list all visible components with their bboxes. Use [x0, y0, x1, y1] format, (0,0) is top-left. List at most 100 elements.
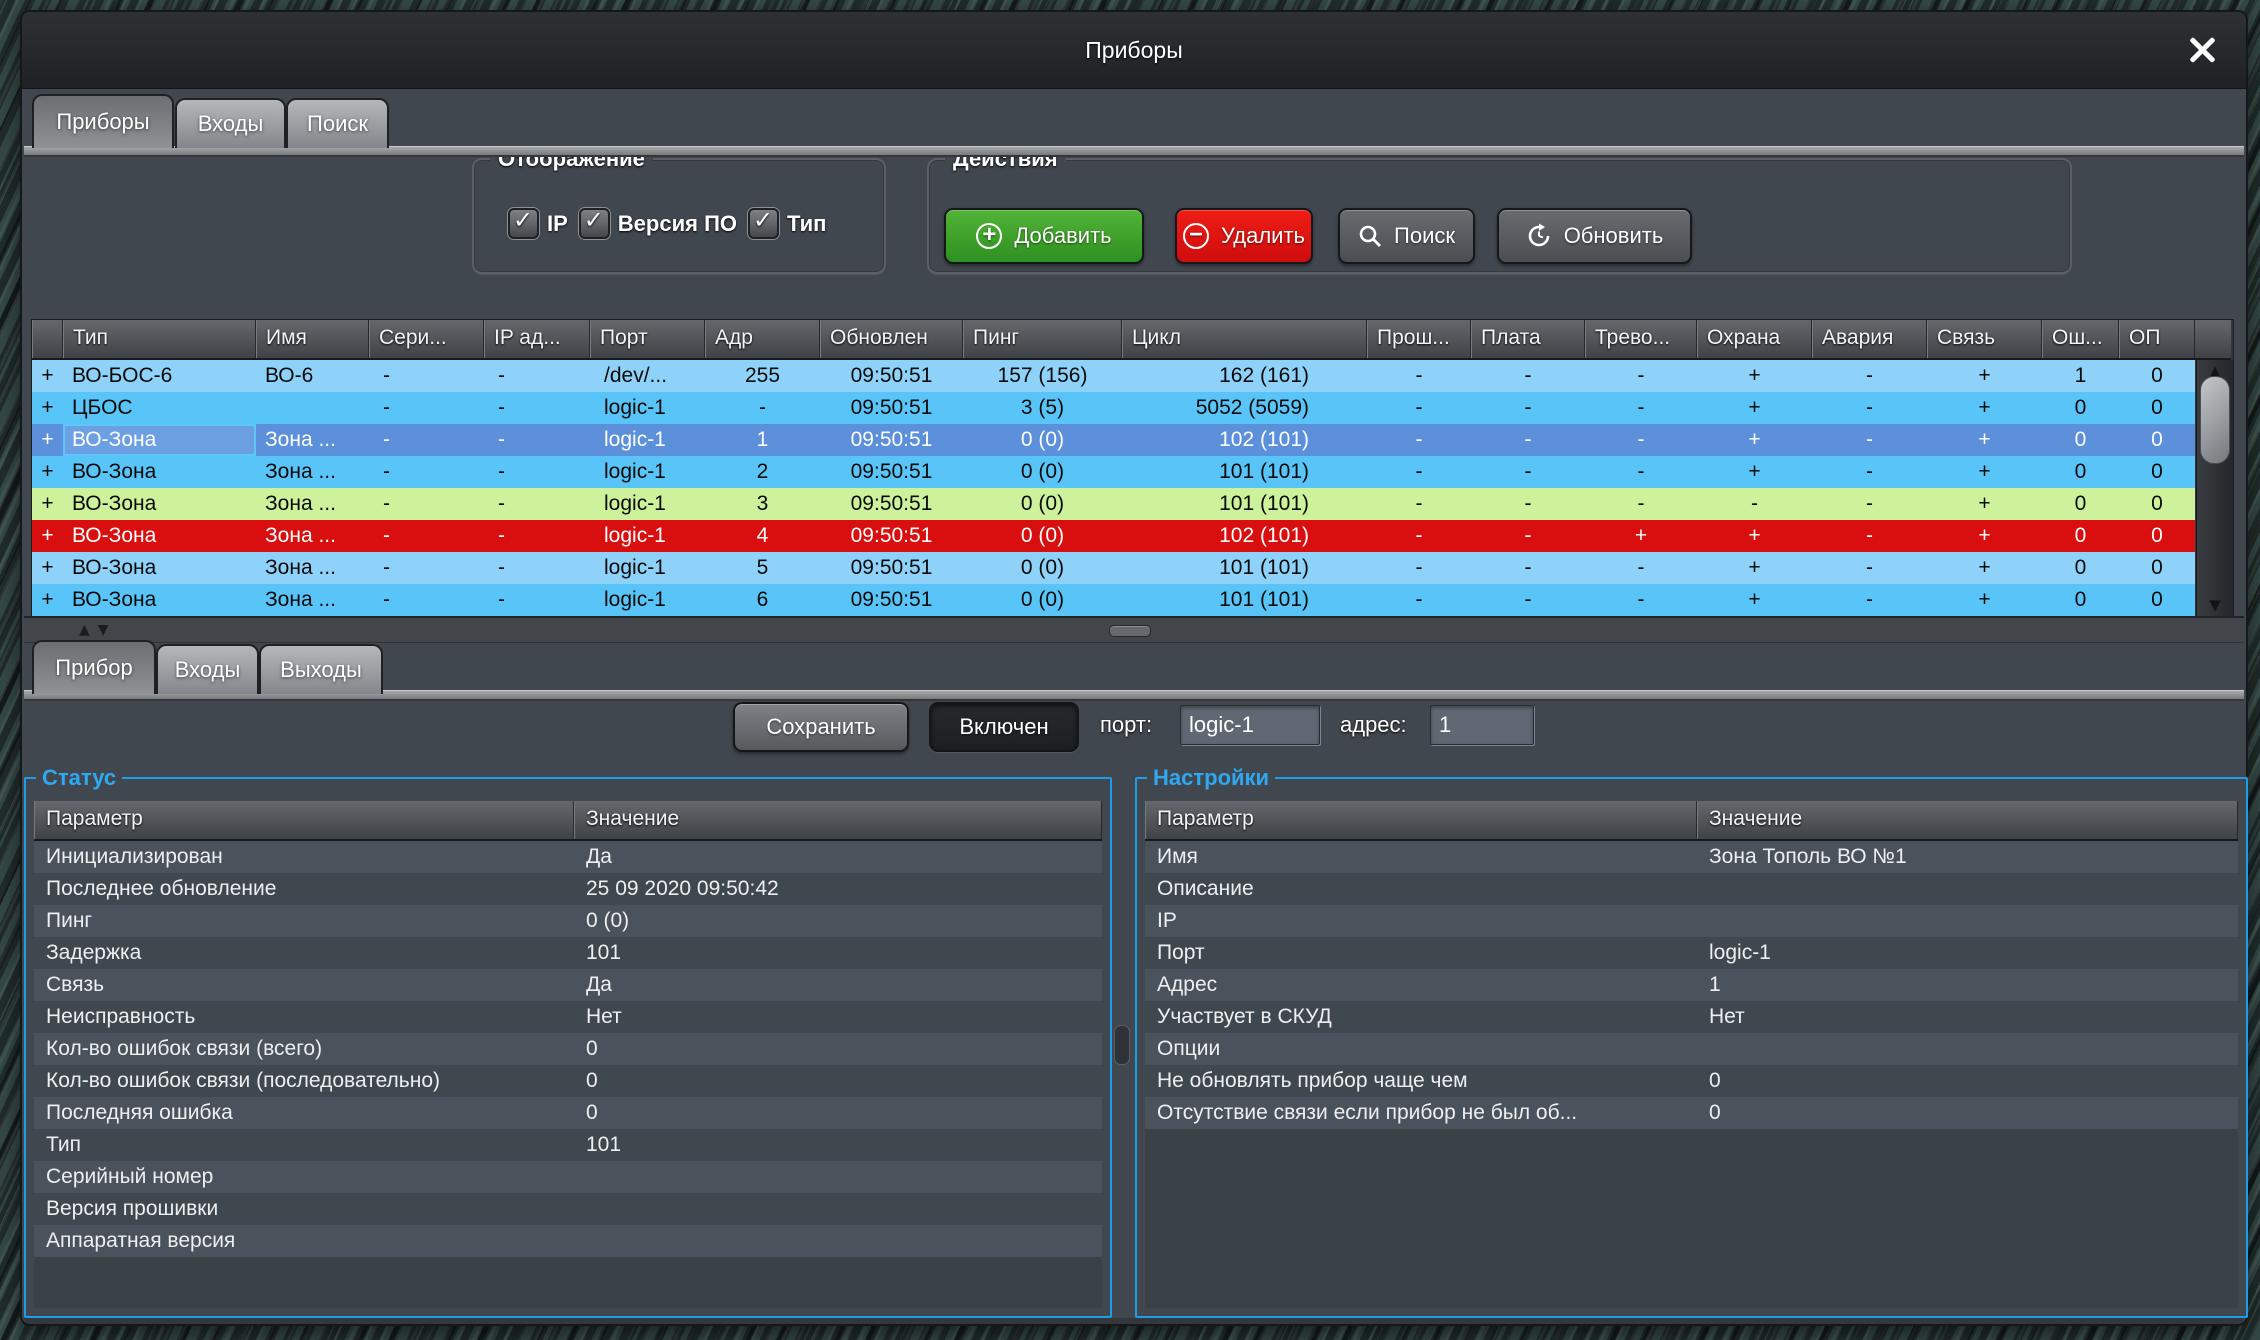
table-row[interactable]: +ВО-ЗонаЗона ...--logic-1609:50:510 (0)1… — [32, 584, 2195, 616]
table-row[interactable]: +ЦБОС--logic-1-09:50:513 (5)5052 (5059)-… — [32, 392, 2195, 424]
param-row[interactable]: ИнициализированДа — [34, 841, 1102, 873]
column-header[interactable] — [32, 320, 63, 358]
param-row[interactable]: IP — [1145, 905, 2238, 937]
display-group: Отображение ✓ IP ✓ Версия ПО ✓ Тип — [472, 158, 886, 274]
param-row[interactable]: Пинг0 (0) — [34, 905, 1102, 937]
tab-pribor[interactable]: Прибор — [32, 640, 156, 694]
close-button[interactable] — [2180, 28, 2224, 72]
column-header[interactable]: Обновлен — [820, 320, 963, 358]
param-value: 0 — [574, 1097, 1102, 1129]
add-button[interactable]: + Добавить — [944, 208, 1144, 264]
vertical-scrollbar[interactable]: ▲ ▼ — [2196, 360, 2233, 616]
param-row[interactable]: Участвует в СКУДНет — [1145, 1001, 2238, 1033]
param-row[interactable]: Версия прошивки — [34, 1193, 1102, 1225]
table-row[interactable]: +ВО-ЗонаЗона ...--logic-1209:50:510 (0)1… — [32, 456, 2195, 488]
refresh-button[interactable]: Обновить — [1497, 208, 1692, 264]
column-header[interactable]: Охрана — [1697, 320, 1812, 358]
scroll-down-icon[interactable]: ▼ — [2197, 596, 2233, 614]
param-row[interactable]: Последняя ошибка0 — [34, 1097, 1102, 1129]
param-value: 0 — [1697, 1097, 2238, 1129]
delete-button[interactable]: − Удалить — [1175, 208, 1313, 264]
column-header[interactable]: Цикл — [1122, 320, 1367, 358]
scrollbar-thumb[interactable] — [2200, 376, 2230, 464]
column-header[interactable]: Тип — [63, 320, 256, 358]
tab-vhody-detail[interactable]: Входы — [156, 644, 259, 694]
param-row[interactable]: НеисправностьНет — [34, 1001, 1102, 1033]
address-input[interactable] — [1430, 705, 1534, 745]
save-button[interactable]: Сохранить — [733, 702, 909, 752]
param-row[interactable]: ИмяЗона Тополь ВО №1 — [1145, 841, 2238, 873]
param-row[interactable]: Аппаратная версия — [34, 1225, 1102, 1257]
row-expander[interactable]: + — [32, 456, 63, 488]
enabled-toggle[interactable]: Включен — [929, 702, 1079, 752]
table-cell: 0 (0) — [963, 456, 1122, 488]
tab-vyhody[interactable]: Выходы — [259, 644, 383, 694]
column-header[interactable]: Параметр — [34, 801, 574, 839]
param-name: Кол-во ошибок связи (последовательно) — [34, 1065, 574, 1097]
column-header[interactable]: Плата — [1471, 320, 1585, 358]
param-value — [1697, 873, 2238, 905]
column-header[interactable]: Ош... — [2042, 320, 2119, 358]
checkbox-type[interactable]: ✓ Тип — [748, 208, 826, 239]
column-header[interactable]: ОП — [2119, 320, 2195, 358]
param-row[interactable]: СвязьДа — [34, 969, 1102, 1001]
column-header[interactable]: Адр — [705, 320, 820, 358]
column-header[interactable]: Авария — [1812, 320, 1927, 358]
param-row[interactable]: Опции — [1145, 1033, 2238, 1065]
row-expander[interactable]: + — [32, 552, 63, 584]
row-expander[interactable]: + — [32, 488, 63, 520]
row-expander[interactable]: + — [32, 520, 63, 552]
tab-vhody[interactable]: Входы — [175, 98, 286, 148]
table-cell: - — [1471, 456, 1585, 488]
param-row[interactable]: Кол-во ошибок связи (последовательно)0 — [34, 1065, 1102, 1097]
row-expander[interactable]: + — [32, 584, 63, 616]
param-name: Не обновлять прибор чаще чем — [1145, 1065, 1697, 1097]
search-button[interactable]: Поиск — [1338, 208, 1475, 264]
vertical-splitter-handle[interactable] — [1114, 1025, 1130, 1065]
checkbox-ip[interactable]: ✓ IP — [508, 208, 568, 239]
table-row[interactable]: +ВО-ЗонаЗона ...--logic-1309:50:510 (0)1… — [32, 488, 2195, 520]
param-row[interactable]: Кол-во ошибок связи (всего)0 — [34, 1033, 1102, 1065]
table-cell: 4 — [705, 520, 820, 552]
horizontal-splitter[interactable]: ▲▼ — [24, 616, 2244, 643]
table-row[interactable]: +ВО-ЗонаЗона ...--logic-1409:50:510 (0)1… — [32, 520, 2195, 552]
column-header[interactable]: IP ад... — [484, 320, 590, 358]
tab-poisk[interactable]: Поиск — [286, 98, 389, 148]
param-value: logic-1 — [1697, 937, 2238, 969]
param-row[interactable]: Отсутствие связи если прибор не был об..… — [1145, 1097, 2238, 1129]
row-expander[interactable]: + — [32, 360, 63, 392]
column-header[interactable]: Сери... — [369, 320, 484, 358]
splitter-handle[interactable] — [1109, 625, 1151, 637]
column-header[interactable]: Значение — [574, 801, 1102, 839]
tab-pribory[interactable]: Приборы — [32, 94, 174, 148]
checkbox-version[interactable]: ✓ Версия ПО — [579, 208, 737, 239]
column-header[interactable]: Прош... — [1367, 320, 1471, 358]
param-row[interactable]: Адрес1 — [1145, 969, 2238, 1001]
column-header[interactable]: Параметр — [1145, 801, 1697, 839]
param-row[interactable]: Описание — [1145, 873, 2238, 905]
param-row[interactable]: Последнее обновление25 09 2020 09:50:42 — [34, 873, 1102, 905]
param-value: Нет — [574, 1001, 1102, 1033]
table-row[interactable]: +ВО-БОС-6ВО-6--/dev/...25509:50:51157 (1… — [32, 360, 2195, 392]
param-name: Неисправность — [34, 1001, 574, 1033]
row-expander[interactable]: + — [32, 392, 63, 424]
table-cell: 102 (101) — [1122, 424, 1367, 456]
settings-table-body: ИмяЗона Тополь ВО №1ОписаниеIPПортlogic-… — [1145, 841, 2238, 1129]
column-header[interactable]: Порт — [590, 320, 705, 358]
column-header[interactable]: Имя — [256, 320, 369, 358]
column-header[interactable]: Трево... — [1585, 320, 1697, 358]
port-input[interactable] — [1180, 705, 1320, 745]
param-row[interactable]: Серийный номер — [34, 1161, 1102, 1193]
table-cell: logic-1 — [590, 424, 705, 456]
column-header[interactable]: Связь — [1927, 320, 2042, 358]
column-header[interactable]: Пинг — [963, 320, 1122, 358]
column-header[interactable]: Значение — [1697, 801, 2238, 839]
table-row[interactable]: +ВО-ЗонаЗона ...--logic-1109:50:510 (0)1… — [32, 424, 2195, 456]
splitter-collapse-icons[interactable]: ▲▼ — [79, 622, 117, 638]
param-row[interactable]: Задержка101 — [34, 937, 1102, 969]
param-row[interactable]: Тип101 — [34, 1129, 1102, 1161]
param-row[interactable]: Не обновлять прибор чаще чем0 — [1145, 1065, 2238, 1097]
row-expander[interactable]: + — [32, 424, 63, 456]
table-row[interactable]: +ВО-ЗонаЗона ...--logic-1509:50:510 (0)1… — [32, 552, 2195, 584]
param-row[interactable]: Портlogic-1 — [1145, 937, 2238, 969]
